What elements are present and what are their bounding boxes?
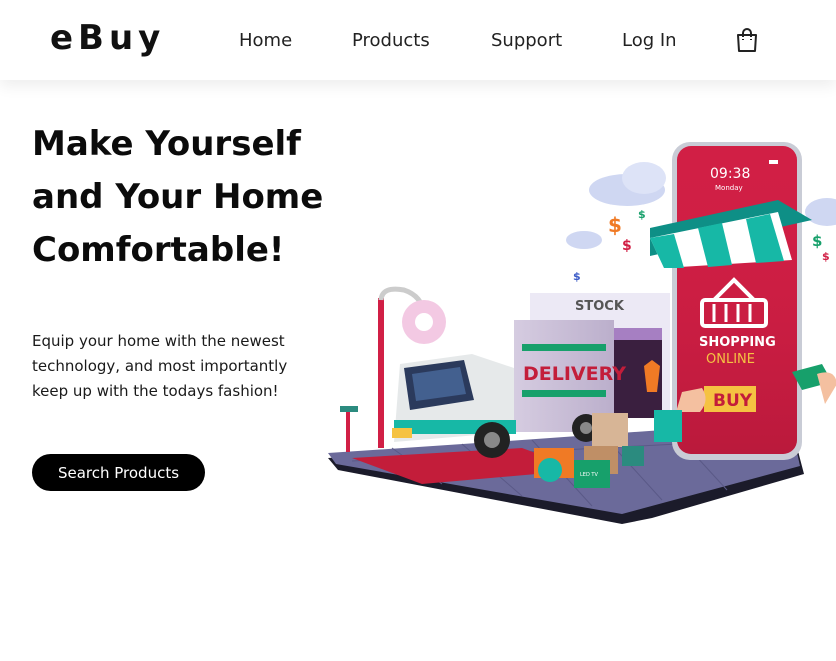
shopping-label: SHOPPING — [699, 335, 776, 350]
svg-text:$: $ — [573, 270, 581, 283]
svg-text:$: $ — [608, 213, 622, 237]
svg-text:$: $ — [638, 208, 646, 221]
navbar: eBuy Home Products Support Log In — [0, 0, 836, 80]
hero-description: Equip your home with the newest technolo… — [32, 332, 288, 400]
tv-box-label: LED TV — [580, 472, 598, 478]
nav-link-home[interactable]: Home — [239, 30, 292, 51]
phone-day: Monday — [715, 184, 743, 192]
shopping-bag-icon[interactable] — [735, 27, 759, 53]
nav-link-support[interactable]: Support — [491, 30, 562, 51]
brand-logo[interactable]: eBuy — [50, 18, 165, 58]
online-label: ONLINE — [706, 352, 755, 367]
buy-label: BUY — [713, 391, 753, 411]
phone-time: 09:38 — [710, 166, 750, 182]
online-shopping-illustration: $ $ $ $ $ $ STOCK 09:38 Monday SHOPPING … — [328, 142, 836, 524]
hero-title: Make Yourself and Your Home Comfortable! — [32, 124, 324, 270]
smartphone-illustration: 09:38 Monday SHOPPING ONLINE BUY — [672, 142, 802, 460]
svg-text:$: $ — [822, 250, 830, 263]
search-products-button[interactable]: Search Products — [32, 454, 205, 491]
svg-text:$: $ — [812, 232, 822, 250]
nav-link-products[interactable]: Products — [352, 30, 430, 51]
svg-text:$: $ — [622, 238, 632, 254]
delivery-label: DELIVERY — [523, 363, 626, 385]
nav-link-login[interactable]: Log In — [622, 30, 677, 51]
stock-sign: STOCK — [575, 299, 625, 314]
